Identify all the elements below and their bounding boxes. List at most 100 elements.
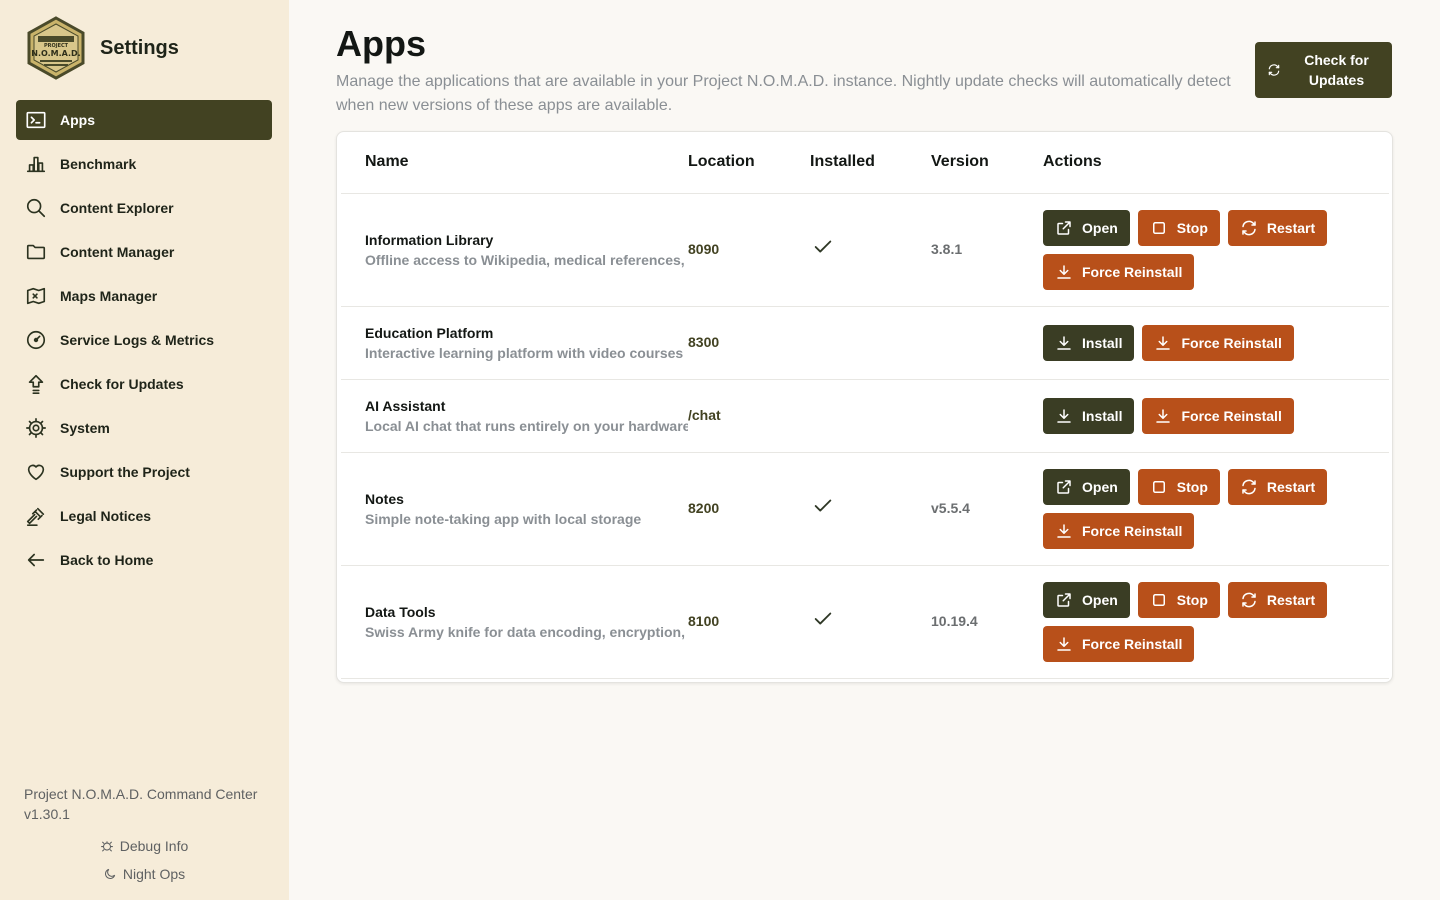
sidebar-item-system[interactable]: System bbox=[16, 408, 272, 448]
sidebar-item-check-updates[interactable]: Check for Updates bbox=[16, 364, 272, 404]
app-actions: Install Force Reinstall bbox=[1043, 324, 1343, 361]
debug-info-link[interactable]: Debug Info bbox=[24, 832, 264, 860]
folder-icon bbox=[24, 240, 48, 264]
external-link-icon bbox=[1057, 479, 1071, 494]
brand: PROJECT N.O.M.A.D. Settings bbox=[24, 16, 179, 80]
sidebar-item-support[interactable]: Support the Project bbox=[16, 452, 272, 492]
sidebar-item-maps-manager[interactable]: Maps Manager bbox=[16, 276, 272, 316]
page-description: Manage the applications that are availab… bbox=[336, 73, 1231, 114]
download-icon bbox=[1057, 335, 1071, 350]
open-button[interactable]: Open bbox=[1043, 468, 1130, 505]
arrow-left-icon bbox=[24, 548, 48, 572]
open-button[interactable]: Open bbox=[1043, 209, 1130, 246]
force-reinstall-button[interactable]: Force Reinstall bbox=[1043, 253, 1195, 290]
app-name: Notes bbox=[365, 490, 404, 507]
check-for-updates-button[interactable]: Check for Updates bbox=[1255, 42, 1392, 98]
bug-icon bbox=[100, 841, 113, 852]
sidebar-nav: Apps Benchmark Content Explorer Content … bbox=[16, 100, 272, 584]
stop-button[interactable]: Stop bbox=[1137, 581, 1220, 618]
table-row: Information Library Offline access to Wi… bbox=[341, 193, 1389, 307]
header-actions: Actions bbox=[1043, 132, 1389, 194]
restart-button[interactable]: Restart bbox=[1227, 468, 1328, 505]
sidebar-item-content-manager[interactable]: Content Manager bbox=[16, 232, 272, 272]
install-button[interactable]: Install bbox=[1043, 397, 1135, 434]
sidebar-title: Settings bbox=[100, 36, 179, 59]
app-actions: Install Force Reinstall bbox=[1043, 397, 1343, 434]
map-icon bbox=[24, 284, 48, 308]
app-location-link[interactable]: 8300 bbox=[688, 334, 719, 350]
table-row: Data Tools Swiss Army knife for data enc… bbox=[341, 565, 1389, 679]
install-button[interactable]: Install bbox=[1043, 324, 1135, 361]
night-ops-label: Night Ops bbox=[122, 866, 186, 882]
restart-button[interactable]: Restart bbox=[1227, 209, 1328, 246]
sidebar-item-label: Legal Notices bbox=[60, 508, 152, 524]
app-name: Data Tools bbox=[365, 603, 436, 620]
main-content: Apps Manage the applications that are av… bbox=[336, 23, 1393, 683]
header-name: Name bbox=[341, 132, 688, 194]
table-row: Education Platform Interactive learning … bbox=[341, 306, 1389, 380]
app-location-link[interactable]: 8090 bbox=[688, 241, 719, 257]
upload-arrow-icon bbox=[24, 372, 48, 396]
sidebar-item-legal[interactable]: Legal Notices bbox=[16, 496, 272, 536]
app-actions: Open Stop Restart Force Reinstall bbox=[1043, 468, 1343, 549]
app-actions: Open Stop Restart Force Reinstall bbox=[1043, 581, 1343, 662]
sidebar-item-label: Benchmark bbox=[60, 156, 137, 172]
external-link-icon bbox=[1057, 220, 1071, 235]
sidebar-item-label: Content Manager bbox=[60, 244, 175, 260]
app-location-link[interactable]: 8100 bbox=[688, 613, 719, 629]
open-button[interactable]: Open bbox=[1043, 581, 1130, 618]
sidebar-item-apps[interactable]: Apps bbox=[16, 100, 272, 140]
table-row: Notes Simple note-taking app with local … bbox=[341, 452, 1389, 566]
app-version: v5.5.4 bbox=[931, 499, 970, 516]
gauge-icon bbox=[24, 328, 48, 352]
force-reinstall-button[interactable]: Force Reinstall bbox=[1142, 397, 1294, 434]
footer-links: Debug Info Night Ops bbox=[24, 832, 264, 888]
check-icon bbox=[814, 612, 832, 625]
download-icon bbox=[1057, 523, 1071, 538]
back-home-label: Back to Home bbox=[60, 552, 154, 568]
table-row: AI Assistant Local AI chat that runs ent… bbox=[341, 379, 1389, 453]
force-reinstall-button[interactable]: Force Reinstall bbox=[1142, 324, 1294, 361]
stop-square-icon bbox=[1152, 221, 1165, 234]
debug-info-label: Debug Info bbox=[119, 838, 189, 854]
sidebar-item-label: Maps Manager bbox=[60, 288, 158, 304]
header-installed: Installed bbox=[810, 132, 931, 194]
sidebar-item-benchmark[interactable]: Benchmark bbox=[16, 144, 272, 184]
header-location: Location bbox=[688, 132, 810, 194]
sidebar: PROJECT N.O.M.A.D. Settings Apps Benchma… bbox=[0, 0, 289, 900]
sidebar-item-content-explorer[interactable]: Content Explorer bbox=[16, 188, 272, 228]
refresh-icon bbox=[1242, 592, 1256, 607]
night-ops-toggle[interactable]: Night Ops bbox=[24, 860, 264, 888]
app-location-link[interactable]: /chat bbox=[688, 407, 721, 423]
app-actions: Open Stop Restart Force Reinstall bbox=[1043, 209, 1343, 290]
svg-text:N.O.M.A.D.: N.O.M.A.D. bbox=[31, 49, 80, 58]
stop-button[interactable]: Stop bbox=[1137, 468, 1220, 505]
heart-icon bbox=[24, 460, 48, 484]
gear-icon bbox=[24, 416, 48, 440]
sidebar-item-service-logs[interactable]: Service Logs & Metrics bbox=[16, 320, 272, 360]
sidebar-item-label: System bbox=[60, 420, 110, 436]
app-version: 3.8.1 bbox=[931, 240, 963, 257]
apps-table: Name Location Installed Version Actions … bbox=[341, 132, 1389, 679]
version-text: Project N.O.M.A.D. Command Center v1.30.… bbox=[24, 786, 258, 822]
table-header-row: Name Location Installed Version Actions bbox=[341, 132, 1389, 194]
refresh-icon bbox=[1268, 64, 1280, 76]
terminal-icon bbox=[24, 108, 48, 132]
force-reinstall-button[interactable]: Force Reinstall bbox=[1043, 625, 1195, 662]
check-for-updates-label: Check for Updates bbox=[1304, 52, 1369, 88]
stop-button[interactable]: Stop bbox=[1137, 209, 1220, 246]
app-location-link[interactable]: 8200 bbox=[688, 500, 719, 516]
nomad-logo: PROJECT N.O.M.A.D. bbox=[27, 16, 85, 80]
sidebar-back-home[interactable]: Back to Home bbox=[16, 540, 272, 580]
page-title: Apps bbox=[336, 23, 426, 64]
apps-table-card: Name Location Installed Version Actions … bbox=[336, 131, 1393, 683]
sidebar-item-label: Apps bbox=[60, 112, 95, 128]
download-icon bbox=[1057, 636, 1071, 651]
stop-square-icon bbox=[1152, 593, 1165, 606]
sidebar-item-label: Content Explorer bbox=[60, 200, 174, 216]
force-reinstall-button[interactable]: Force Reinstall bbox=[1043, 512, 1195, 549]
download-icon bbox=[1156, 335, 1171, 350]
sidebar-footer: Project N.O.M.A.D. Command Center v1.30.… bbox=[24, 784, 274, 888]
download-icon bbox=[1057, 408, 1071, 423]
restart-button[interactable]: Restart bbox=[1227, 581, 1328, 618]
